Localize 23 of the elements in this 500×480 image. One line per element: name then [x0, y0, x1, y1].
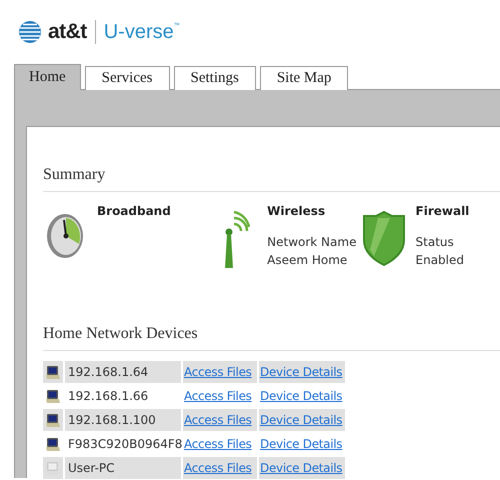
device-link[interactable]: Access Files [184, 435, 252, 453]
summary-title: Broadband [97, 203, 171, 220]
section-heading: Home Network Devices [43, 322, 500, 351]
brand-name: at&t [48, 19, 87, 46]
tab[interactable]: Services [84, 66, 170, 90]
shield-icon [362, 210, 406, 266]
summary-text: Network Name [267, 234, 356, 251]
summary-text: Aseem Home [267, 252, 348, 269]
globe-logo-icon [18, 20, 42, 44]
summary-text: Status [416, 234, 455, 251]
summary-title: Wireless [267, 203, 326, 220]
device-name: 192.168.1.64 [65, 361, 181, 383]
device-name: 192.168.1.100 [65, 409, 181, 431]
device-link[interactable]: Access Files [184, 387, 252, 405]
section-heading: Summary [43, 163, 500, 192]
tab[interactable]: Site Map [260, 66, 348, 90]
summary-text: Enabled [416, 252, 466, 269]
device-link[interactable]: Device Details [260, 435, 342, 453]
summary-title: Firewall [416, 203, 470, 220]
device-link[interactable]: Device Details [260, 387, 342, 405]
device-name: User-PC [65, 457, 181, 479]
tab[interactable]: Home [14, 64, 81, 90]
tab[interactable]: Settings [174, 66, 256, 90]
